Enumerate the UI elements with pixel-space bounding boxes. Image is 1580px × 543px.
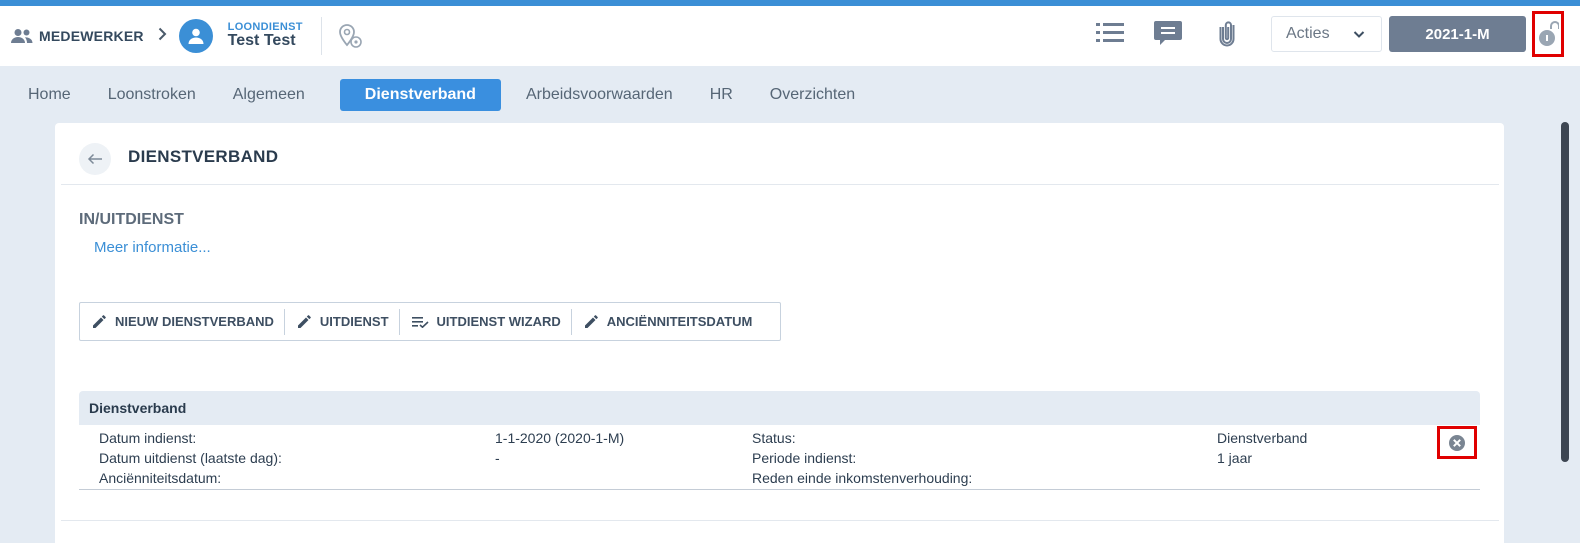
- section-heading: IN/UITDIENST: [79, 211, 184, 228]
- scrollbar[interactable]: [1561, 122, 1569, 462]
- comment-icon[interactable]: [1153, 19, 1183, 47]
- row-value: -: [495, 450, 500, 466]
- app-header: MEDEWERKER LOONDIENST Test Test Acties 2…: [0, 6, 1580, 66]
- uitdienst-label: UITDIENST: [319, 314, 389, 329]
- row-label: Datum uitdienst (laatste dag):: [99, 450, 282, 466]
- close-icon[interactable]: [1437, 426, 1477, 459]
- pencil-icon: [584, 315, 598, 328]
- row-label: Status:: [752, 430, 796, 446]
- action-button-group: NIEUW DIENSTVERBAND UITDIENST UITDIENST …: [79, 302, 781, 341]
- attachment-icon[interactable]: [1217, 19, 1237, 47]
- row-label: Periode indienst:: [752, 450, 857, 466]
- person-name: Test Test: [227, 32, 296, 50]
- breadcrumb-employee[interactable]: MEDEWERKER: [10, 28, 144, 44]
- acties-dropdown[interactable]: Acties: [1271, 16, 1382, 52]
- tab-home[interactable]: Home: [28, 86, 71, 104]
- header-divider: [320, 17, 322, 55]
- row-value: 1 jaar: [1217, 450, 1253, 466]
- back-arrow-icon[interactable]: [79, 143, 111, 175]
- pencil-icon: [297, 315, 311, 328]
- pencil-icon: [93, 315, 106, 328]
- breadcrumb-employee-label: MEDEWERKER: [39, 28, 144, 44]
- new-employment-label: NIEUW DIENSTVERBAND: [115, 314, 274, 329]
- user-icon: [178, 19, 213, 53]
- breadcrumb: MEDEWERKER LOONDIENST Test Test: [10, 6, 364, 66]
- row-value: Dienstverband: [1217, 430, 1308, 446]
- row-value: 1-1-2020 (2020-1-M): [495, 430, 625, 446]
- chevron-down-icon: [1353, 25, 1365, 48]
- table-header: Dienstverband: [79, 391, 1480, 425]
- tab-algemeen[interactable]: Algemeen: [233, 86, 305, 104]
- acties-label: Acties: [1286, 25, 1330, 42]
- chevron-right-icon: [158, 27, 167, 46]
- divider: [61, 520, 1499, 521]
- more-info-link[interactable]: Meer informatie...: [94, 239, 211, 256]
- people-icon: [11, 29, 33, 43]
- tab-overzichten[interactable]: Overzichten: [770, 86, 855, 104]
- unlock-icon[interactable]: [1532, 11, 1564, 57]
- period-button[interactable]: 2021-1-M: [1389, 16, 1526, 52]
- uitdienst-wizard-label: UITDIENST WIZARD: [436, 314, 561, 329]
- checklist-icon: [411, 317, 429, 328]
- pin-settings-icon[interactable]: [336, 22, 364, 50]
- uitdienst-wizard-button[interactable]: UITDIENST WIZARD: [400, 302, 571, 341]
- anciennity-date-button[interactable]: ANCIËNNITEITSDATUM: [572, 302, 763, 341]
- tab-loonstroken[interactable]: Loonstroken: [108, 86, 196, 104]
- row-label: Anciënniteitsdatum:: [99, 470, 222, 486]
- list-icon[interactable]: [1095, 20, 1125, 46]
- divider: [61, 184, 1499, 185]
- anciennity-date-label: ANCIËNNITEITSDATUM: [606, 314, 753, 329]
- tab-bar: Home Loonstroken Algemeen Dienstverband …: [28, 79, 892, 111]
- person-info[interactable]: LOONDIENST Test Test: [227, 21, 303, 50]
- content-card: DIENSTVERBAND IN/UITDIENST Meer informat…: [55, 123, 1504, 543]
- row-label: Datum indienst:: [99, 430, 197, 446]
- tab-hr[interactable]: HR: [710, 86, 733, 104]
- tab-arbeidsvoorwaarden[interactable]: Arbeidsvoorwaarden: [526, 86, 673, 104]
- tab-dienstverband[interactable]: Dienstverband: [339, 79, 501, 111]
- table-bottom-border: [79, 489, 1480, 490]
- uitdienst-button[interactable]: UITDIENST: [285, 302, 399, 341]
- page-title: DIENSTVERBAND: [128, 147, 279, 166]
- new-employment-button[interactable]: NIEUW DIENSTVERBAND: [80, 302, 284, 341]
- row-label: Reden einde inkomstenverhouding:: [752, 470, 973, 486]
